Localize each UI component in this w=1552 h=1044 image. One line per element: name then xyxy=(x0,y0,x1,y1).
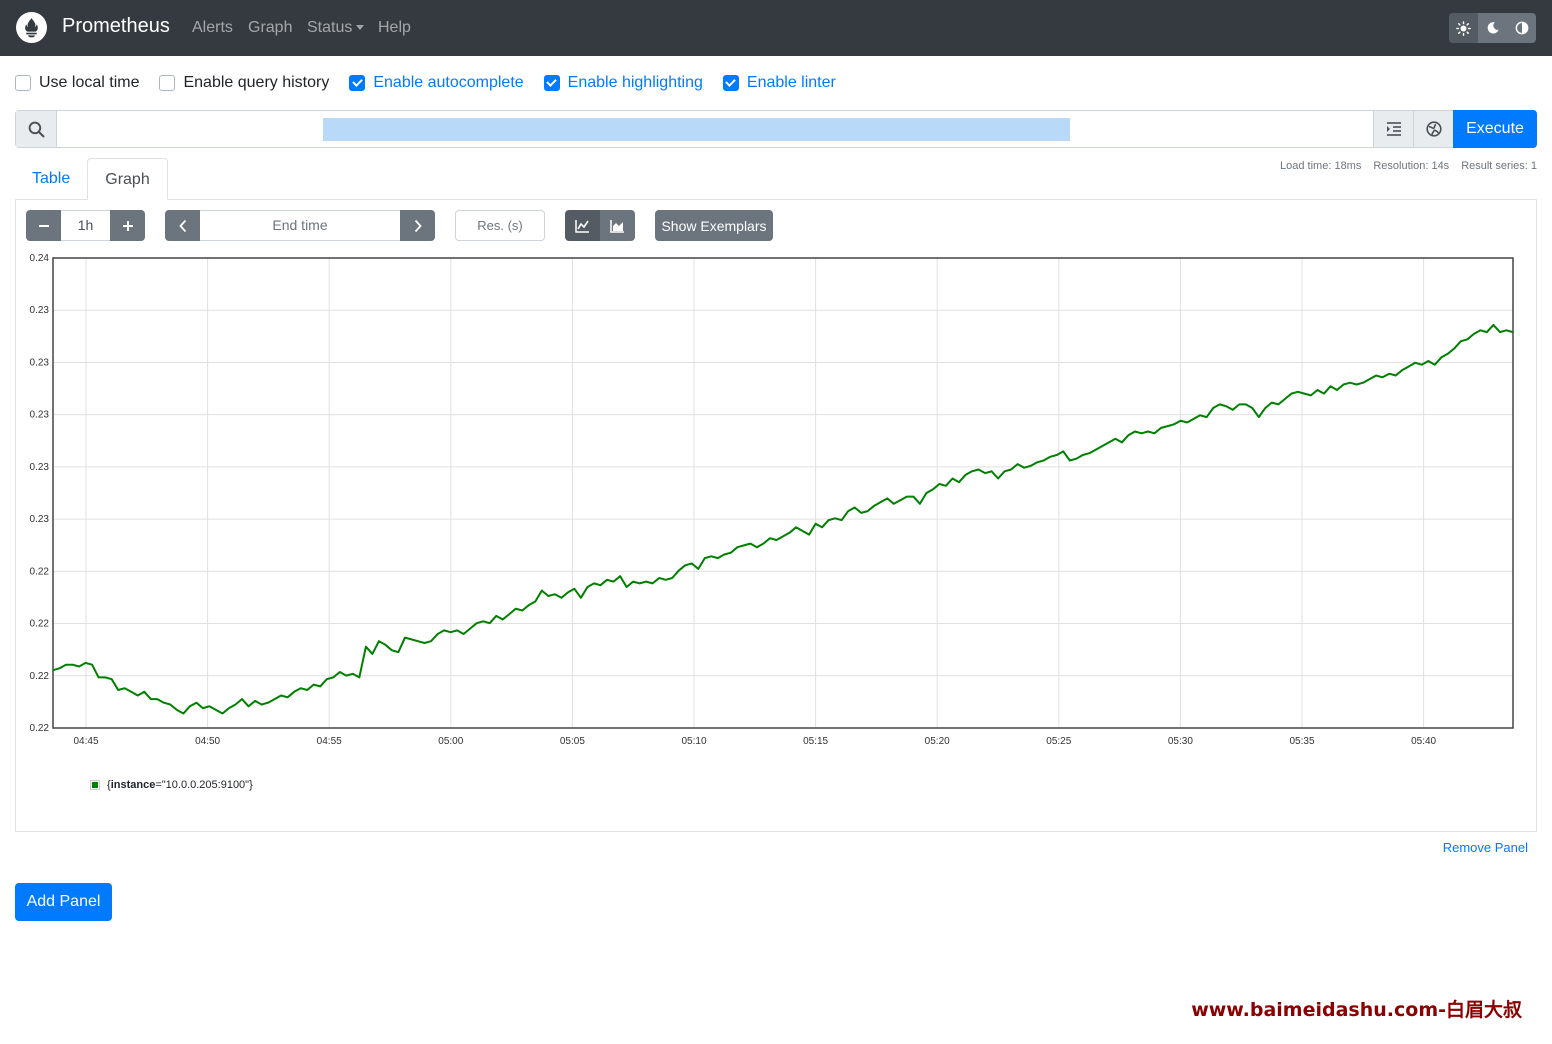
expression-input[interactable]: (1 - sum(increase(node_cpu_seconds_total… xyxy=(57,111,1373,147)
x-tick-label: 05:25 xyxy=(1046,736,1071,747)
nav-status-label: Status xyxy=(307,19,353,36)
remove-panel-link[interactable]: Remove Panel xyxy=(1443,840,1528,855)
add-panel-button[interactable]: Add Panel xyxy=(15,883,112,921)
x-tick-label: 04:55 xyxy=(317,736,342,747)
panel-tabs: Table Graph xyxy=(15,158,168,200)
line-chart-icon[interactable] xyxy=(565,210,600,241)
x-tick-label: 05:20 xyxy=(925,736,950,747)
range-input[interactable]: 1h xyxy=(61,210,110,241)
y-tick-label: 0.23 xyxy=(30,514,50,525)
y-tick-label: 0.23 xyxy=(30,462,50,473)
load-time: Load time: 18ms xyxy=(1280,160,1362,172)
range-input-group: 1h xyxy=(26,210,145,241)
checkbox[interactable] xyxy=(15,75,31,91)
nav-alerts[interactable]: Alerts xyxy=(192,19,233,37)
checkbox-checked[interactable] xyxy=(349,75,366,91)
checkbox[interactable] xyxy=(159,75,176,91)
resolution-stat: Resolution: 14s xyxy=(1373,160,1450,172)
option-enable-linter[interactable]: Enable linter xyxy=(722,74,836,92)
nav-help[interactable]: Help xyxy=(378,19,411,37)
y-tick-label: 0.24 xyxy=(30,253,50,264)
y-tick-label: 0.23 xyxy=(30,357,50,368)
y-tick-label: 0.22 xyxy=(30,723,50,734)
legend-item[interactable]: {instance="10.0.0.205:9100"} xyxy=(90,779,253,791)
option-label: Enable query history xyxy=(183,74,330,91)
caret-down-icon xyxy=(356,25,365,31)
end-time-group: End time xyxy=(165,210,435,241)
adjust-icon[interactable] xyxy=(1507,13,1536,43)
watermark-text: www.baimeidashu.com-白眉大叔 xyxy=(1191,999,1522,1021)
x-tick-label: 04:45 xyxy=(73,736,98,747)
checkbox-checked[interactable] xyxy=(722,75,739,91)
x-tick-label: 05:10 xyxy=(681,736,706,747)
x-tick-label: 05:15 xyxy=(803,736,828,747)
moon-icon[interactable] xyxy=(1478,13,1507,43)
graph-chart[interactable]: 0.24 0.23 0.23 0.23 0.23 0.23 0.22 0.22 0.22 0.22… xyxy=(20,250,1520,750)
legend-label: {instance="10.0.0.205:9100"} xyxy=(107,779,253,791)
option-label: Enable autocomplete xyxy=(373,74,524,91)
sun-icon[interactable] xyxy=(1449,13,1478,43)
x-tick-label: 05:30 xyxy=(1168,736,1193,747)
nav-graph[interactable]: Graph xyxy=(248,19,292,37)
option-use-local-time[interactable]: Use local time xyxy=(15,74,139,92)
show-exemplars-button[interactable]: Show Exemplars xyxy=(655,210,773,241)
option-enable-query-history[interactable]: Enable query history xyxy=(159,74,329,92)
query-options: Use local time Enable query history Enab… xyxy=(15,72,856,94)
y-tick-label: 0.23 xyxy=(30,410,50,421)
chevron-right-icon[interactable] xyxy=(400,210,435,241)
x-tick-label: 05:40 xyxy=(1411,736,1436,747)
x-tick-label: 04:50 xyxy=(195,736,220,747)
x-tick-label: 05:05 xyxy=(560,736,585,747)
tab-graph[interactable]: Graph xyxy=(87,158,168,200)
option-enable-highlighting[interactable]: Enable highlighting xyxy=(543,74,703,92)
end-time-input[interactable]: End time xyxy=(200,210,400,241)
theme-toggle-group xyxy=(1449,13,1536,43)
y-tick-label: 0.23 xyxy=(30,305,50,316)
search-icon xyxy=(16,111,57,147)
legend-swatch xyxy=(90,780,100,790)
prometheus-logo-icon[interactable] xyxy=(16,12,47,43)
area-chart-icon[interactable] xyxy=(600,210,635,241)
option-enable-autocomplete[interactable]: Enable autocomplete xyxy=(349,74,524,92)
metrics-explorer-icon[interactable] xyxy=(1413,111,1453,147)
top-navbar: Prometheus Alerts Graph Status Help xyxy=(0,0,1552,56)
brand-title[interactable]: Prometheus xyxy=(62,15,170,38)
x-tick-label: 05:00 xyxy=(438,736,463,747)
tab-table[interactable]: Table xyxy=(15,158,87,200)
y-tick-label: 0.22 xyxy=(30,619,50,630)
increase-range-button[interactable] xyxy=(110,210,145,241)
chevron-left-icon[interactable] xyxy=(165,210,200,241)
x-tick-label: 05:35 xyxy=(1289,736,1314,747)
y-tick-label: 0.22 xyxy=(30,566,50,577)
nav-status[interactable]: Status xyxy=(307,19,365,37)
option-label: Use local time xyxy=(39,74,140,91)
execute-button[interactable]: Execute xyxy=(1453,110,1537,148)
option-label: Enable linter xyxy=(746,74,836,91)
option-label: Enable highlighting xyxy=(567,74,703,91)
query-stats: Load time: 18ms Resolution: 14s Result s… xyxy=(1268,160,1537,172)
resolution-input[interactable]: Res. (s) xyxy=(455,210,545,241)
chart-type-toggle xyxy=(565,210,635,241)
result-series: Result series: 1 xyxy=(1461,160,1537,172)
expression-bar: (1 - sum(increase(node_cpu_seconds_total… xyxy=(15,110,1537,148)
text-selection-highlight xyxy=(323,118,1070,141)
format-expression-icon[interactable] xyxy=(1373,111,1413,147)
y-tick-label: 0.22 xyxy=(30,671,50,682)
plot-frame xyxy=(52,257,1514,729)
decrease-range-button[interactable] xyxy=(26,210,61,241)
checkbox-checked[interactable] xyxy=(543,75,560,91)
